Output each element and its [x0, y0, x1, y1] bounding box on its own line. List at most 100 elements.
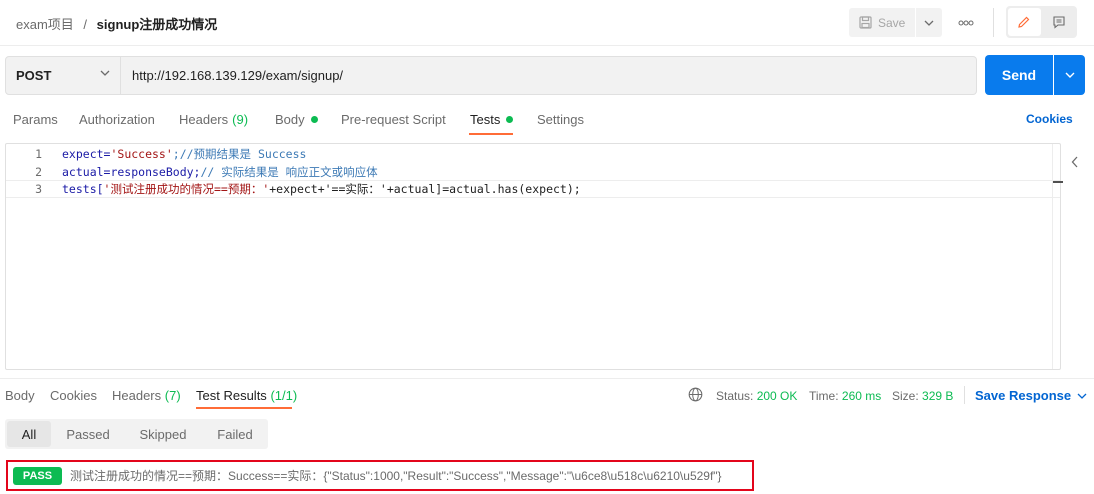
- comment-mode-button[interactable]: [1043, 8, 1076, 36]
- test-results-filter: All Passed Skipped Failed: [5, 419, 268, 449]
- edit-mode-button[interactable]: [1008, 8, 1041, 36]
- resp-tab-test-results[interactable]: Test Results (1/1): [196, 388, 297, 403]
- headers-count: (9): [232, 112, 249, 127]
- save-options-button[interactable]: [916, 8, 942, 37]
- code-token: '测试注册成功的情况==预期：': [103, 182, 270, 196]
- tab-body[interactable]: Body: [275, 112, 318, 127]
- code-line-current: 3 tests['测试注册成功的情况==预期：'+expect+'==实际：'+…: [6, 180, 1060, 198]
- code-line: 1 expect='Success';//预期结果是 Success: [6, 145, 1060, 163]
- breadcrumb-collection[interactable]: exam项目: [16, 17, 74, 32]
- breadcrumb-separator: /: [83, 17, 88, 32]
- method-select[interactable]: POST: [5, 56, 121, 95]
- code-text: expect='Success';//预期结果是 Success: [62, 146, 306, 162]
- save-response-label: Save Response: [975, 388, 1072, 403]
- filter-failed[interactable]: Failed: [205, 421, 265, 447]
- tab-label: Headers: [179, 112, 229, 127]
- code-token: actual=responseBody;: [62, 165, 201, 179]
- tests-indicator-dot: [506, 116, 514, 123]
- tab-label: Pre-request Script: [341, 112, 446, 127]
- tab-label: Headers: [112, 388, 162, 403]
- code-comment: // 实际结果是 响应正文或响应体: [200, 165, 378, 179]
- tab-label: Tests: [470, 112, 501, 127]
- breadcrumb: exam项目 / signup注册成功情况: [16, 14, 217, 33]
- time-readout[interactable]: Time: 260 ms: [809, 389, 881, 403]
- header-divider: [993, 8, 994, 37]
- save-button[interactable]: Save: [849, 8, 915, 37]
- resp-tab-cookies[interactable]: Cookies: [50, 388, 97, 403]
- code-comment: ;//预期结果是 Success: [172, 147, 307, 161]
- code-token: +expect+'==实际：'+actual]=actual.has(expec…: [269, 182, 581, 196]
- test-results-count: (1/1): [270, 388, 298, 403]
- status-value: 200 OK: [756, 389, 798, 403]
- tab-prerequest-script[interactable]: Pre-request Script: [341, 112, 446, 127]
- tab-params[interactable]: Params: [13, 112, 58, 127]
- active-tab-underline: [196, 407, 292, 409]
- more-horizontal-icon: [958, 20, 974, 25]
- editor-scrollbar[interactable]: [1052, 144, 1064, 369]
- globe-icon[interactable]: [688, 387, 703, 402]
- save-label: Save: [878, 15, 906, 30]
- headers-count: (7): [164, 388, 181, 403]
- tab-tests[interactable]: Tests: [470, 112, 514, 127]
- chevron-left-icon[interactable]: [1071, 156, 1079, 168]
- code-line: 2 actual=responseBody;// 实际结果是 响应正文或响应体: [6, 163, 1060, 181]
- size-label: Size:: [892, 389, 919, 403]
- chevron-down-icon: [1077, 393, 1087, 399]
- active-tab-underline: [469, 133, 513, 135]
- comment-icon: [1053, 16, 1065, 29]
- tab-label: Settings: [537, 112, 584, 127]
- code-token: tests[: [62, 182, 104, 196]
- tab-label: Test Results: [196, 388, 267, 403]
- pass-badge: PASS: [13, 466, 62, 485]
- line-number: 3: [35, 182, 42, 196]
- test-result-text: 测试注册成功的情况==预期：Success==实际：{"Status":1000…: [70, 469, 722, 483]
- method-value: POST: [16, 68, 52, 83]
- status-readout[interactable]: Status: 200 OK: [716, 389, 797, 403]
- chevron-down-icon: [1065, 72, 1074, 78]
- response-divider: [0, 378, 1094, 379]
- tab-settings[interactable]: Settings: [537, 112, 584, 127]
- code-text: tests['测试注册成功的情况==预期：'+expect+'==实际：'+ac…: [62, 181, 581, 197]
- time-label: Time:: [809, 389, 839, 403]
- resp-tab-headers[interactable]: Headers (7): [112, 388, 181, 403]
- request-header: exam项目 / signup注册成功情况 Save: [0, 0, 1094, 46]
- filter-passed[interactable]: Passed: [55, 421, 121, 447]
- code-token: expect=: [62, 147, 111, 161]
- pencil-icon: [1018, 16, 1030, 28]
- code-text: actual=responseBody;// 实际结果是 响应正文或响应体: [62, 164, 378, 180]
- view-mode-toggle: [1006, 6, 1077, 38]
- code-token: 'Success': [110, 147, 173, 161]
- scroll-marker: [1053, 181, 1063, 183]
- chevron-down-icon: [100, 70, 110, 76]
- line-number: 2: [35, 165, 42, 179]
- save-response-button[interactable]: Save Response: [975, 388, 1087, 403]
- tab-label: Authorization: [79, 112, 155, 127]
- tests-code-editor[interactable]: 1 expect='Success';//预期结果是 Success 2 act…: [5, 143, 1064, 370]
- tab-headers[interactable]: Headers (9): [179, 112, 248, 127]
- resp-tab-body[interactable]: Body: [5, 388, 35, 403]
- send-button[interactable]: Send: [985, 55, 1053, 95]
- save-icon: [859, 16, 872, 29]
- url-input[interactable]: http://192.168.139.129/exam/signup/: [121, 56, 977, 95]
- url-value: http://192.168.139.129/exam/signup/: [132, 68, 344, 83]
- status-label: Status:: [716, 389, 754, 403]
- tab-label: Body: [275, 112, 305, 127]
- filter-skipped[interactable]: Skipped: [125, 421, 201, 447]
- filter-all[interactable]: All: [7, 421, 51, 447]
- cookies-link[interactable]: Cookies: [1026, 112, 1073, 126]
- line-number: 1: [35, 147, 42, 161]
- tab-label: Params: [13, 112, 58, 127]
- more-actions-button[interactable]: [951, 8, 981, 37]
- request-tabs: Params Authorization Headers (9) Body Pr…: [0, 106, 1094, 136]
- meta-divider: [964, 386, 965, 404]
- request-name[interactable]: signup注册成功情况: [97, 17, 218, 32]
- chevron-down-icon: [924, 20, 934, 26]
- time-value: 260 ms: [841, 389, 882, 403]
- size-value: 329 B: [922, 389, 954, 403]
- send-label: Send: [1001, 67, 1037, 83]
- send-options-button[interactable]: [1054, 55, 1085, 95]
- body-indicator-dot: [310, 116, 318, 123]
- size-readout[interactable]: Size: 329 B: [892, 389, 953, 403]
- test-result-row: PASS 测试注册成功的情况==预期：Success==实际：{"Status"…: [6, 460, 754, 491]
- tab-authorization[interactable]: Authorization: [79, 112, 155, 127]
